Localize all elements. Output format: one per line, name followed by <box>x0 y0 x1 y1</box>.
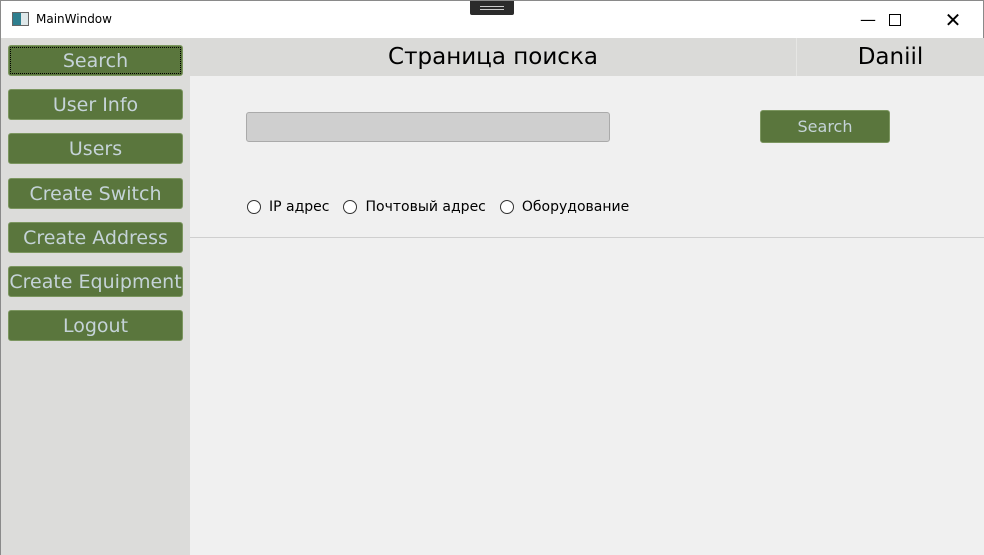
title-bar: MainWindow — ✕ <box>1 1 983 38</box>
radio-ip-address[interactable]: IP адрес <box>247 199 329 215</box>
sidebar-item-user-info[interactable]: User Info <box>8 89 183 120</box>
search-panel: Search IP адрес Почтовый адрес Оборудова… <box>190 76 984 555</box>
divider <box>190 237 984 238</box>
search-type-group: IP адрес Почтовый адрес Оборудование <box>247 199 629 215</box>
current-user: Daniil <box>857 44 924 70</box>
search-button[interactable]: Search <box>760 110 890 143</box>
close-button[interactable]: ✕ <box>930 1 976 38</box>
window-title: MainWindow <box>36 12 112 26</box>
maximize-button[interactable] <box>872 1 918 38</box>
sidebar: Search User Info Users Create Switch Cre… <box>1 38 190 555</box>
search-input[interactable] <box>246 112 610 142</box>
page-title: Страница поиска <box>388 44 598 70</box>
page-header: Страница поиска Daniil <box>190 38 984 76</box>
radio-postal-address[interactable]: Почтовый адрес <box>343 199 486 215</box>
close-icon: ✕ <box>944 7 962 32</box>
sidebar-item-create-switch[interactable]: Create Switch <box>8 178 183 209</box>
sidebar-item-create-address[interactable]: Create Address <box>8 222 183 253</box>
sidebar-item-users[interactable]: Users <box>8 133 183 164</box>
radio-circle-icon <box>247 200 261 214</box>
radio-label: IP адрес <box>269 199 330 215</box>
sidebar-item-search[interactable]: Search <box>8 45 183 76</box>
sidebar-item-create-equipment[interactable]: Create Equipment <box>8 266 183 297</box>
app-icon <box>12 12 29 26</box>
radio-equipment[interactable]: Оборудование <box>499 199 630 215</box>
sidebar-item-logout[interactable]: Logout <box>8 310 183 341</box>
maximize-icon <box>889 13 901 26</box>
radio-circle-icon <box>343 200 358 214</box>
radio-circle-icon <box>499 200 514 214</box>
drag-grip-icon[interactable] <box>470 1 514 15</box>
radio-label: Оборудование <box>521 199 630 215</box>
radio-label: Почтовый адрес <box>365 199 486 215</box>
main-window: MainWindow — ✕ Search User Info Users Cr… <box>0 0 984 555</box>
